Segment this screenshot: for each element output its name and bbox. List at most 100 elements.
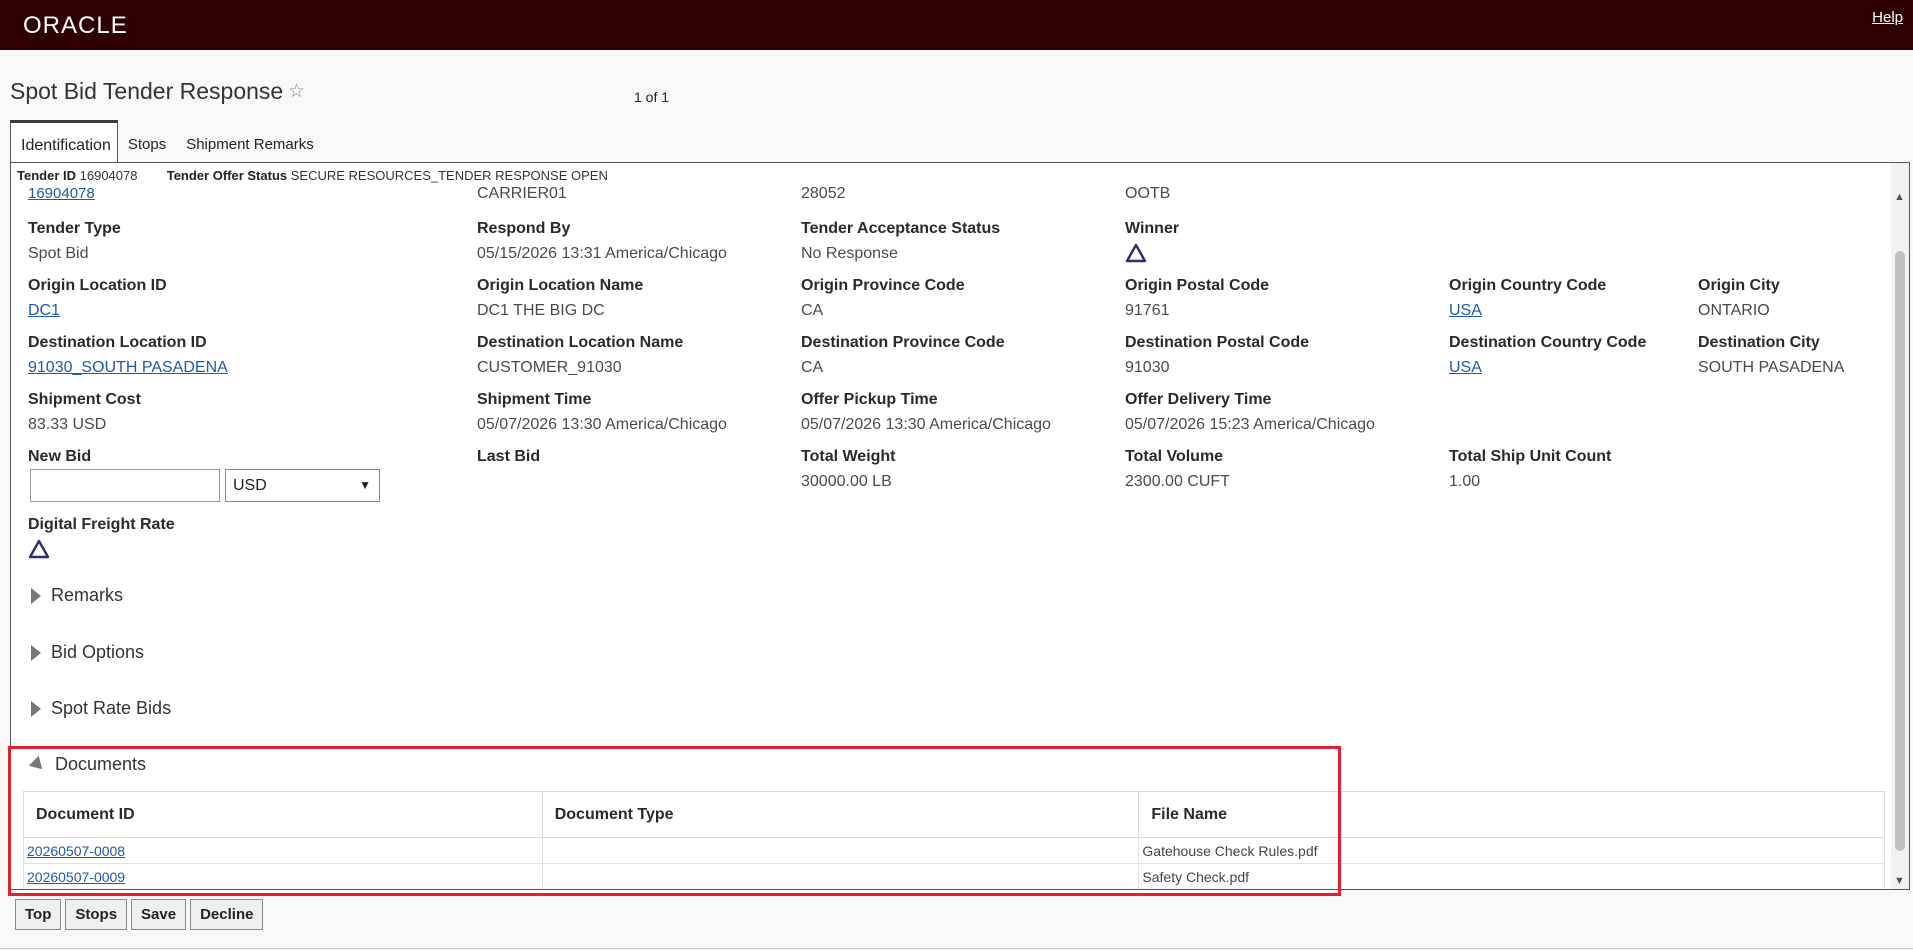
status-value: SECURE RESOURCES_TENDER RESPONSE OPEN bbox=[290, 168, 608, 183]
respond-by-value: 05/15/2026 13:31 America/Chicago bbox=[477, 245, 727, 262]
tab-stops[interactable]: Stops bbox=[118, 120, 176, 163]
tender-type-label: Tender Type bbox=[28, 220, 121, 237]
page-title: Spot Bid Tender Response bbox=[10, 78, 284, 104]
code-field: OOTB bbox=[1125, 185, 1170, 203]
scroll-down-icon[interactable]: ▼ bbox=[1894, 875, 1905, 887]
save-button[interactable]: Save bbox=[131, 899, 187, 930]
acceptance-value: No Response bbox=[801, 245, 898, 262]
acceptance-field: Tender Acceptance Status No Response bbox=[801, 220, 1000, 263]
last-bid-label: Last Bid bbox=[477, 448, 541, 465]
tender-type-value: Spot Bid bbox=[28, 245, 89, 262]
identification-panel[interactable]: Tender ID 16904078 Tender Offer Status S… bbox=[10, 162, 1910, 890]
help-link[interactable]: Help bbox=[1872, 9, 1903, 26]
destination-country-link[interactable]: USA bbox=[1449, 359, 1646, 377]
currency-select[interactable]: USD ▼ bbox=[225, 469, 380, 502]
total-weight-value: 30000.00 LB bbox=[801, 473, 892, 490]
origin-province-value: CA bbox=[801, 302, 824, 319]
table-row[interactable]: 20260507-0009 Safety Check.pdf bbox=[23, 863, 1885, 889]
new-bid-field: New Bid bbox=[28, 448, 91, 466]
origin-postal-value: 91761 bbox=[1125, 302, 1170, 319]
document-id-link[interactable]: 20260507-0008 bbox=[27, 843, 125, 859]
origin-location-id-link[interactable]: DC1 bbox=[28, 302, 167, 320]
delivery-time-field: Offer Delivery Time 05/07/2026 15:23 Ame… bbox=[1125, 391, 1375, 434]
scrollbar-thumb[interactable] bbox=[1895, 251, 1905, 851]
favorite-star-icon[interactable]: ☆ bbox=[288, 80, 305, 103]
new-bid-input[interactable] bbox=[30, 469, 220, 502]
remarks-section-toggle[interactable]: Remarks bbox=[31, 585, 123, 606]
winner-field: Winner bbox=[1125, 220, 1179, 268]
origin-location-name-value: DC1 THE BIG DC bbox=[477, 302, 605, 319]
spot-rate-bids-section-title: Spot Rate Bids bbox=[51, 698, 172, 718]
origin-postal-field: Origin Postal Code 91761 bbox=[1125, 277, 1269, 320]
number-value: 28052 bbox=[801, 185, 846, 202]
footer-toolbar: Top Stops Save Decline bbox=[15, 899, 264, 930]
documents-section-toggle[interactable]: Documents bbox=[28, 754, 147, 775]
shipment-id-link[interactable]: 16904078 bbox=[28, 185, 95, 202]
destination-postal-value: 91030 bbox=[1125, 359, 1170, 376]
column-header-file-name[interactable]: File Name bbox=[1138, 791, 1885, 838]
vertical-scrollbar[interactable]: ▲ ▼ bbox=[1891, 163, 1909, 889]
total-volume-value: 2300.00 CUFT bbox=[1125, 473, 1230, 490]
expand-caret-icon bbox=[31, 700, 41, 717]
winner-label: Winner bbox=[1125, 220, 1180, 237]
digital-freight-rate-label: Digital Freight Rate bbox=[28, 516, 175, 533]
pager: 1 of 1 bbox=[634, 89, 670, 105]
tender-type-field: Tender Type Spot Bid bbox=[28, 220, 121, 263]
shipment-time-field: Shipment Time 05/07/2026 13:30 America/C… bbox=[477, 391, 727, 434]
collapse-caret-icon bbox=[28, 755, 48, 774]
pickup-time-label: Offer Pickup Time bbox=[801, 391, 938, 408]
remarks-section-title: Remarks bbox=[51, 585, 124, 605]
oracle-logo: ORACLE bbox=[23, 12, 128, 39]
tender-id-value: 16904078 bbox=[79, 168, 138, 183]
acceptance-label: Tender Acceptance Status bbox=[801, 220, 1001, 237]
scroll-up-icon[interactable]: ▲ bbox=[1894, 191, 1905, 203]
destination-location-id-link[interactable]: 91030_SOUTH PASADENA bbox=[28, 359, 228, 377]
document-id-link[interactable]: 20260507-0009 bbox=[27, 869, 125, 885]
carrier-field: CARRIER01 bbox=[477, 185, 567, 203]
destination-province-field: Destination Province Code CA bbox=[801, 334, 1005, 377]
tab-shipment-remarks[interactable]: Shipment Remarks bbox=[176, 120, 324, 163]
column-header-document-id[interactable]: Document ID bbox=[23, 791, 543, 838]
table-row[interactable]: 20260507-0008 Gatehouse Check Rules.pdf bbox=[23, 837, 1885, 864]
documents-section-title: Documents bbox=[55, 754, 147, 774]
spot-rate-bids-section-toggle[interactable]: Spot Rate Bids bbox=[31, 698, 171, 719]
origin-location-name-label: Origin Location Name bbox=[477, 277, 644, 294]
stops-button[interactable]: Stops bbox=[65, 899, 128, 930]
origin-country-field: Origin Country Code USA bbox=[1449, 277, 1606, 320]
destination-city-label: Destination City bbox=[1698, 334, 1820, 351]
expand-caret-icon bbox=[31, 587, 41, 604]
top-button[interactable]: Top bbox=[15, 899, 62, 930]
status-label: Tender Offer Status bbox=[166, 168, 288, 183]
origin-city-label: Origin City bbox=[1698, 277, 1780, 294]
origin-city-field: Origin City ONTARIO bbox=[1698, 277, 1780, 320]
column-header-document-type[interactable]: Document Type bbox=[541, 791, 1140, 838]
destination-location-id-field: Destination Location ID 91030_SOUTH PASA… bbox=[28, 334, 228, 377]
destination-city-value: SOUTH PASADENA bbox=[1698, 359, 1845, 376]
shipment-cost-value: 83.33 USD bbox=[28, 416, 107, 433]
decline-button[interactable]: Decline bbox=[190, 899, 264, 930]
destination-postal-label: Destination Postal Code bbox=[1125, 334, 1310, 351]
new-bid-label: New Bid bbox=[28, 448, 92, 465]
number-field: 28052 bbox=[801, 185, 846, 203]
destination-province-value: CA bbox=[801, 359, 824, 376]
top-bar: ORACLE Help bbox=[0, 0, 1913, 50]
ship-unit-count-label: Total Ship Unit Count bbox=[1449, 448, 1612, 465]
destination-city-field: Destination City SOUTH PASADENA bbox=[1698, 334, 1844, 377]
origin-postal-label: Origin Postal Code bbox=[1125, 277, 1270, 294]
bid-options-section-toggle[interactable]: Bid Options bbox=[31, 642, 144, 663]
digital-freight-rate-field: Digital Freight Rate bbox=[28, 516, 175, 564]
ship-unit-count-value: 1.00 bbox=[1449, 473, 1481, 490]
last-bid-field: Last Bid bbox=[477, 448, 540, 466]
tab-identification[interactable]: Identification bbox=[10, 120, 118, 163]
total-weight-field: Total Weight 30000.00 LB bbox=[801, 448, 896, 491]
destination-location-name-field: Destination Location Name CUSTOMER_91030 bbox=[477, 334, 683, 377]
origin-country-link[interactable]: USA bbox=[1449, 302, 1606, 320]
origin-location-id-label: Origin Location ID bbox=[28, 277, 167, 294]
total-volume-field: Total Volume 2300.00 CUFT bbox=[1125, 448, 1230, 491]
documents-table: Document ID Document Type File Name 2026… bbox=[23, 791, 1885, 889]
pickup-time-field: Offer Pickup Time 05/07/2026 13:30 Ameri… bbox=[801, 391, 1051, 434]
bid-options-section-title: Bid Options bbox=[51, 642, 145, 662]
bottom-divider bbox=[0, 948, 1913, 949]
file-name-cell: Safety Check.pdf bbox=[1138, 863, 1885, 889]
destination-location-name-value: CUSTOMER_91030 bbox=[477, 359, 622, 376]
